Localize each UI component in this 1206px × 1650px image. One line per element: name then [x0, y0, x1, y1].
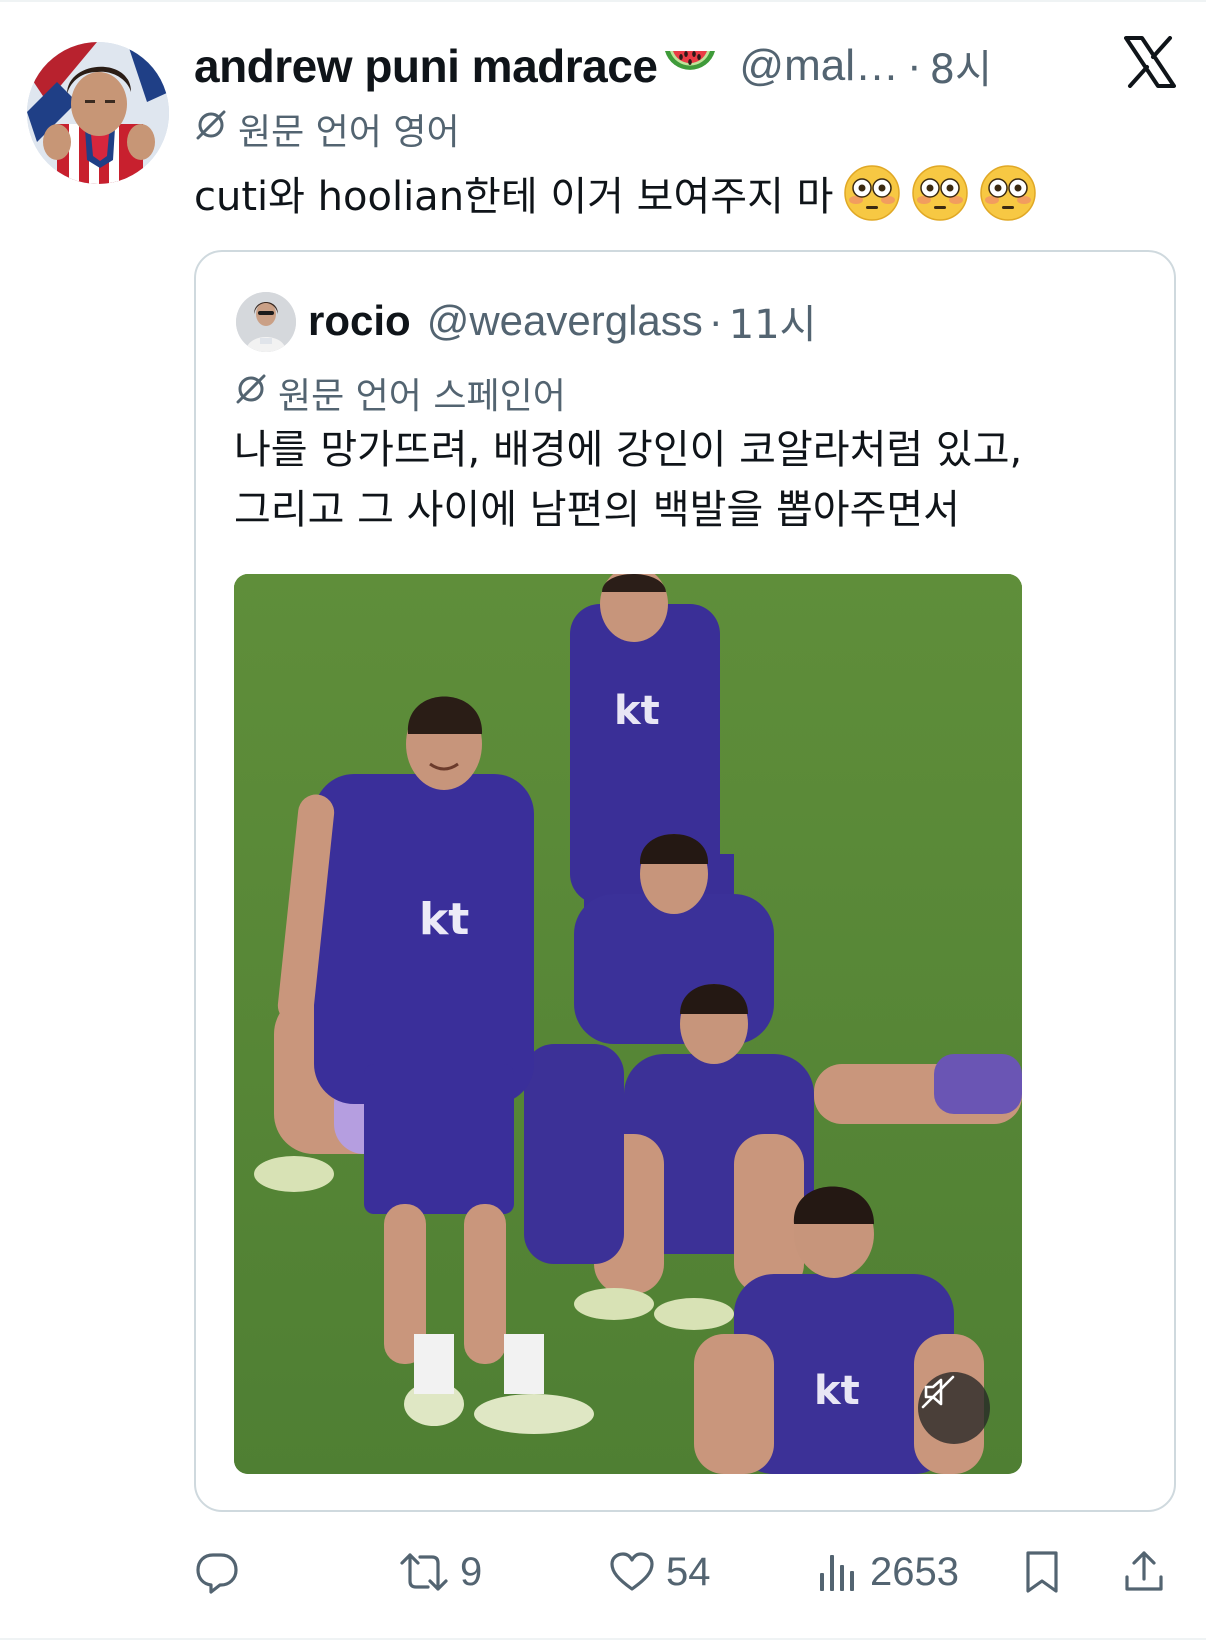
quoted-translation-note-text: 원문 언어 스페인어	[278, 376, 566, 417]
quoted-tweet-header: rocio @weaverglass · 11시	[308, 290, 816, 352]
flushed-face-emoji	[843, 164, 901, 222]
translation-note[interactable]: 원문 언어 영어	[194, 104, 460, 154]
share-icon	[1125, 1551, 1163, 1591]
like-button[interactable]: 54	[608, 1540, 711, 1604]
views-chart-icon	[820, 1555, 854, 1591]
like-count: 54	[666, 1549, 711, 1594]
tweet-text: cuti와 hoolian한테 이거 보여주지 마	[194, 160, 1037, 226]
tweet-action-bar: 9 54 2653	[194, 1540, 1176, 1604]
flushed-face-emoji	[911, 164, 969, 222]
tweet-timestamp[interactable]: 8시	[930, 37, 992, 95]
views-count: 2653	[870, 1549, 959, 1594]
author-avatar[interactable]	[27, 42, 169, 184]
author-display-name[interactable]: andrew puni madrace	[194, 39, 658, 93]
views-button[interactable]: 2653	[816, 1540, 959, 1604]
retweet-button[interactable]: 9	[398, 1540, 482, 1604]
speaker-muted-icon	[921, 1375, 955, 1409]
mute-toggle-button[interactable]	[918, 1372, 990, 1444]
video-frame-image: kt kt kt	[234, 574, 1022, 1474]
jersey-logo-text: kt	[419, 894, 469, 945]
quoted-author-display-name[interactable]: rocio	[308, 297, 411, 345]
watermelon-emoji	[661, 43, 719, 89]
retweet-count: 9	[460, 1549, 483, 1594]
translation-note-text: 원문 언어 영어	[238, 112, 460, 153]
quoted-tweet-timestamp[interactable]: 11시	[729, 292, 817, 350]
author-avatar-image	[27, 42, 169, 184]
quoted-author-avatar-image	[236, 292, 296, 352]
share-button[interactable]	[1122, 1540, 1166, 1604]
quoted-author-avatar[interactable]	[236, 292, 296, 352]
tweet-text-content: cuti와 hoolian한테 이거 보여주지 마	[194, 174, 834, 220]
top-divider	[0, 0, 1206, 4]
flushed-face-emoji	[979, 164, 1037, 222]
translate-icon	[234, 372, 268, 415]
x-logo-icon[interactable]	[1124, 36, 1176, 88]
tweet-header: andrew puni madrace @mal… · 8시	[194, 36, 992, 96]
jersey-logo-text: kt	[614, 688, 660, 734]
author-handle[interactable]: @mal…	[739, 41, 899, 91]
bookmark-icon	[1026, 1551, 1058, 1593]
header-separator: ·	[907, 41, 922, 90]
reply-icon	[196, 1553, 238, 1594]
quoted-header-separator: ·	[708, 297, 723, 344]
bottom-divider	[0, 1638, 1206, 1640]
jersey-logo-text: kt	[814, 1368, 860, 1414]
bookmark-button[interactable]	[1022, 1540, 1062, 1604]
reply-button[interactable]	[194, 1540, 250, 1604]
quoted-tweet-video[interactable]: kt kt kt	[234, 574, 1022, 1474]
heart-icon	[610, 1552, 654, 1591]
translate-icon	[194, 108, 228, 151]
quoted-author-handle[interactable]: @weaverglass	[427, 297, 703, 345]
retweet-icon	[400, 1553, 448, 1591]
quoted-translation-note[interactable]: 원문 언어 스페인어	[234, 368, 566, 418]
